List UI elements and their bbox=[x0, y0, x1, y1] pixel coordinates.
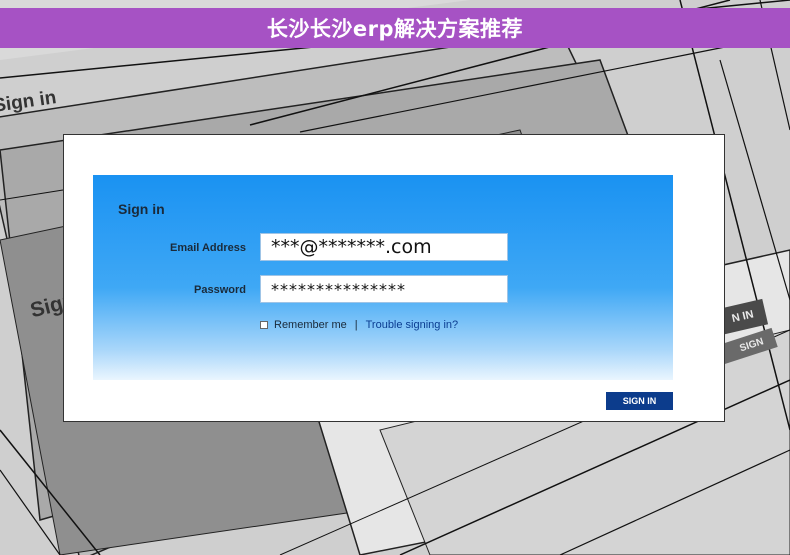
email-label: Email Address bbox=[169, 242, 246, 254]
sign-in-button[interactable]: SIGN IN bbox=[606, 392, 673, 410]
email-field[interactable]: ***@*******.com bbox=[260, 233, 508, 261]
separator: | bbox=[354, 319, 358, 331]
signin-card: Sign in Email Address ***@*******.com Pa… bbox=[63, 134, 725, 422]
trouble-signing-link[interactable]: Trouble signing in? bbox=[366, 319, 459, 331]
password-label: Password bbox=[194, 284, 246, 296]
title-banner: 长沙长沙erp解决方案推荐 bbox=[0, 8, 790, 48]
form-title: Sign in bbox=[118, 201, 165, 217]
banner-title: 长沙长沙erp解决方案推荐 bbox=[266, 17, 524, 41]
remember-checkbox[interactable] bbox=[260, 321, 268, 329]
remember-label[interactable]: Remember me bbox=[274, 319, 347, 331]
signin-panel: Sign in Email Address ***@*******.com Pa… bbox=[93, 175, 673, 380]
remember-row: Remember me | Trouble signing in? bbox=[260, 319, 458, 331]
password-field[interactable]: *************** bbox=[260, 275, 508, 303]
